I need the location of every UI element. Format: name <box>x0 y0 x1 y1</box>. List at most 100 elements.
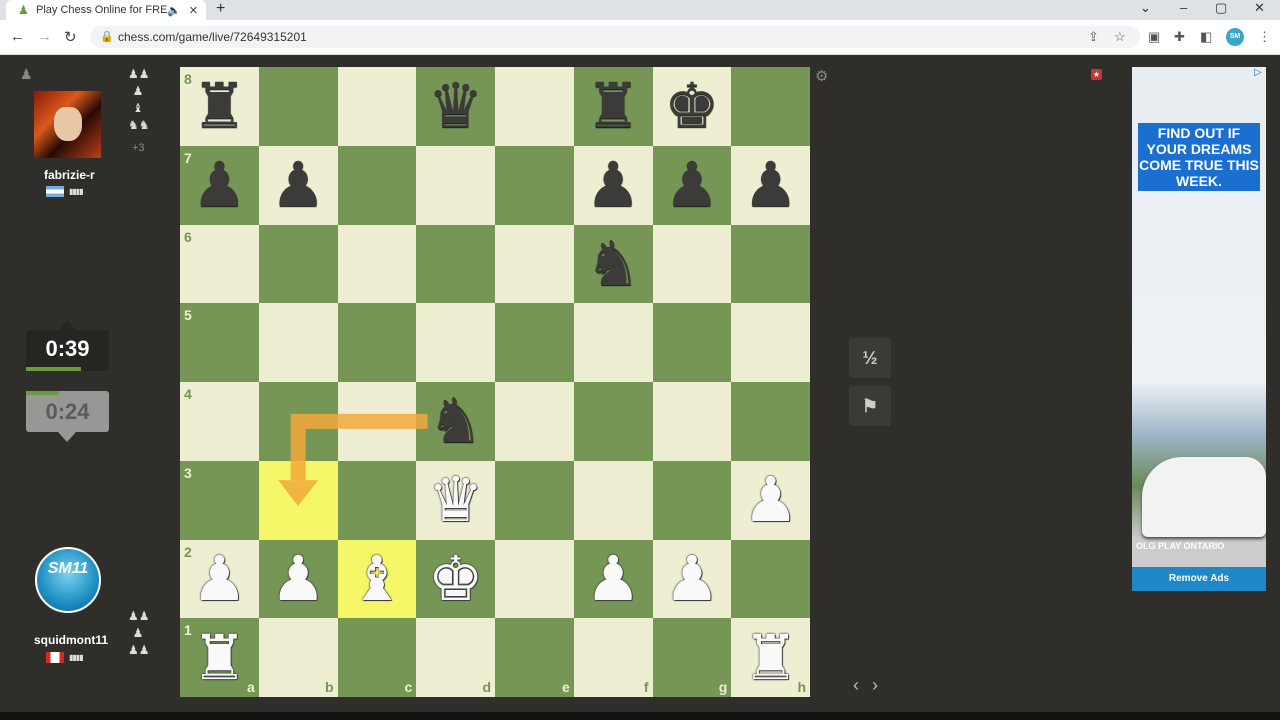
square-h2[interactable] <box>731 539 810 619</box>
bookmark-star-icon[interactable]: ☆ <box>1114 29 1126 45</box>
square-f5[interactable] <box>573 303 653 382</box>
new-tab-button[interactable]: + <box>216 0 225 18</box>
black-piece-d4[interactable]: ♞ <box>416 382 495 461</box>
profile-avatar[interactable]: SM <box>1226 28 1244 46</box>
square-d2[interactable]: ♚ <box>416 539 495 619</box>
forward-icon[interactable]: → <box>37 28 52 45</box>
remove-ads-button[interactable]: Remove Ads <box>1132 567 1266 591</box>
black-piece-g8[interactable]: ♚ <box>653 67 732 146</box>
audio-icon[interactable]: 🔈 <box>167 4 181 17</box>
black-piece-b7[interactable]: ♟ <box>259 146 338 225</box>
square-h1[interactable]: h ♜ <box>731 618 810 697</box>
square-b3[interactable] <box>258 460 338 540</box>
square-g2[interactable]: ♟ <box>652 539 732 619</box>
square-b5[interactable] <box>258 303 338 382</box>
avatar-bottom-player[interactable]: SM11 <box>35 547 101 613</box>
white-piece-h3[interactable]: ♟ <box>731 461 810 540</box>
tab-search-icon[interactable]: ⌄ <box>1140 0 1151 16</box>
square-f6[interactable]: ♞ <box>573 224 653 304</box>
square-e4[interactable] <box>495 382 574 461</box>
square-d7[interactable] <box>416 145 495 225</box>
browser-tab[interactable]: ♟ Play Chess Online for FREE w 🔈 ✕ <box>6 0 206 20</box>
board-settings-icon[interactable]: ⚙ <box>815 67 828 85</box>
black-piece-g7[interactable]: ♟ <box>653 146 732 225</box>
square-c4[interactable] <box>337 382 417 461</box>
square-h4[interactable] <box>731 382 810 461</box>
square-d4[interactable]: ♞ <box>416 382 495 461</box>
white-piece-d3[interactable]: ♛ <box>416 461 495 540</box>
square-g8[interactable]: ♚ <box>652 67 732 146</box>
square-f1[interactable]: f <box>573 618 653 697</box>
square-d1[interactable]: d <box>416 618 495 697</box>
address-bar[interactable]: 🔒 chess.com/game/live/72649315201 <box>90 26 1140 48</box>
square-e8[interactable] <box>495 67 574 146</box>
square-e1[interactable]: e <box>495 618 574 697</box>
square-a7[interactable]: 7 ♟ <box>180 145 259 225</box>
square-e5[interactable] <box>495 303 574 382</box>
white-piece-b2[interactable]: ♟ <box>259 540 338 619</box>
square-a3[interactable]: 3 <box>180 460 259 540</box>
chess-board[interactable]: 8 ♜ ♛ ♜ ♚ 7 ♟ ♟ ♟ ♟ ♟ 6 ♞ 5 4 ♞ 3 ♛ ♟ 2 ♟ ♟ ♝ ♚ ♟ ♟ 1 a ♜ b c d e f g h ♜ <box>180 67 810 697</box>
square-c2[interactable]: ♝ <box>337 539 417 619</box>
square-f3[interactable] <box>573 460 653 540</box>
white-piece-a2[interactable]: ♟ <box>180 540 259 619</box>
square-g1[interactable]: g <box>652 618 732 697</box>
white-piece-h1[interactable]: ♜ <box>731 618 810 697</box>
square-c3[interactable] <box>337 460 417 540</box>
square-b1[interactable]: b <box>258 618 338 697</box>
ad-info-icon[interactable]: ▷ <box>1254 67 1262 78</box>
square-h5[interactable] <box>731 303 810 382</box>
move-navigation-arrows[interactable]: ‹ › <box>853 675 882 696</box>
square-c6[interactable] <box>337 224 417 304</box>
share-icon[interactable]: ⇪ <box>1088 29 1099 45</box>
square-h7[interactable]: ♟ <box>731 145 810 225</box>
square-a1[interactable]: 1 a ♜ <box>180 618 259 697</box>
menu-icon[interactable]: ⋮ <box>1258 29 1271 45</box>
puzzle-icon[interactable]: ✚ <box>1174 29 1185 45</box>
square-b4[interactable] <box>258 382 338 461</box>
avatar-top-player[interactable] <box>34 91 101 158</box>
square-h6[interactable] <box>731 224 810 304</box>
square-g7[interactable]: ♟ <box>652 145 732 225</box>
black-piece-a7[interactable]: ♟ <box>180 146 259 225</box>
square-b8[interactable] <box>258 67 338 146</box>
black-piece-f7[interactable]: ♟ <box>574 146 653 225</box>
square-f8[interactable]: ♜ <box>573 67 653 146</box>
black-piece-d8[interactable]: ♛ <box>416 67 495 146</box>
black-piece-f6[interactable]: ♞ <box>574 225 653 304</box>
advertisement[interactable]: FIND OUT IF YOUR DREAMS COME TRUE THIS W… <box>1132 67 1266 591</box>
square-a4[interactable]: 4 <box>180 382 259 461</box>
square-b6[interactable] <box>258 224 338 304</box>
sidepanel-icon[interactable]: ◧ <box>1200 29 1212 45</box>
square-f7[interactable]: ♟ <box>573 145 653 225</box>
square-e7[interactable] <box>495 145 574 225</box>
square-c5[interactable] <box>337 303 417 382</box>
white-piece-g2[interactable]: ♟ <box>653 540 732 619</box>
square-e6[interactable] <box>495 224 574 304</box>
white-piece-d2[interactable]: ♚ <box>416 540 495 619</box>
top-player-name[interactable]: fabrizie-r <box>44 168 95 182</box>
square-h3[interactable]: ♟ <box>731 460 810 540</box>
square-c1[interactable]: c <box>337 618 417 697</box>
square-e2[interactable] <box>495 539 574 619</box>
square-c7[interactable] <box>337 145 417 225</box>
square-f2[interactable]: ♟ <box>573 539 653 619</box>
close-window-icon[interactable]: ✕ <box>1254 0 1265 16</box>
square-g5[interactable] <box>652 303 732 382</box>
resign-button[interactable]: ⚑ <box>849 386 891 426</box>
square-b2[interactable]: ♟ <box>258 539 338 619</box>
square-g3[interactable] <box>652 460 732 540</box>
offer-draw-button[interactable]: ½ <box>849 338 891 378</box>
reload-icon[interactable]: ↻ <box>64 28 77 46</box>
square-h8[interactable] <box>731 67 810 146</box>
square-a6[interactable]: 6 <box>180 224 259 304</box>
notification-icon[interactable]: ★ <box>1091 69 1102 80</box>
black-piece-h7[interactable]: ♟ <box>731 146 810 225</box>
square-e3[interactable] <box>495 460 574 540</box>
tab-close-icon[interactable]: ✕ <box>189 4 198 17</box>
white-piece-f2[interactable]: ♟ <box>574 540 653 619</box>
square-d5[interactable] <box>416 303 495 382</box>
square-a2[interactable]: 2 ♟ <box>180 539 259 619</box>
square-d8[interactable]: ♛ <box>416 67 495 146</box>
white-piece-c2[interactable]: ♝ <box>338 540 417 619</box>
